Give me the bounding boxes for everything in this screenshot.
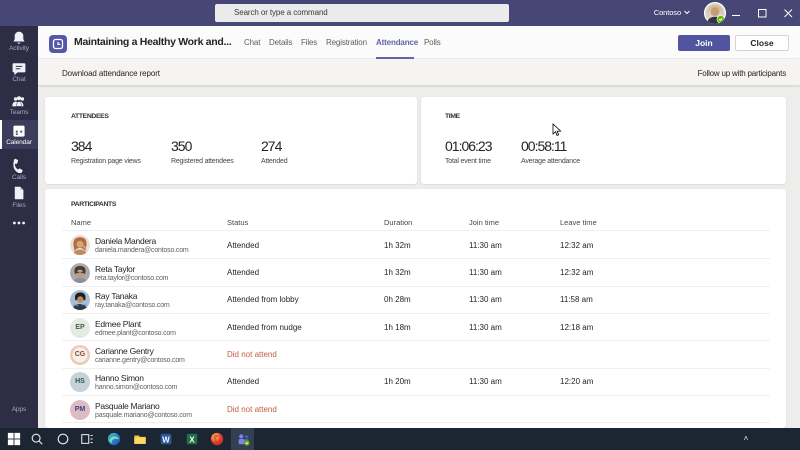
svg-text:W: W (162, 436, 170, 445)
svg-text:X: X (189, 436, 195, 445)
